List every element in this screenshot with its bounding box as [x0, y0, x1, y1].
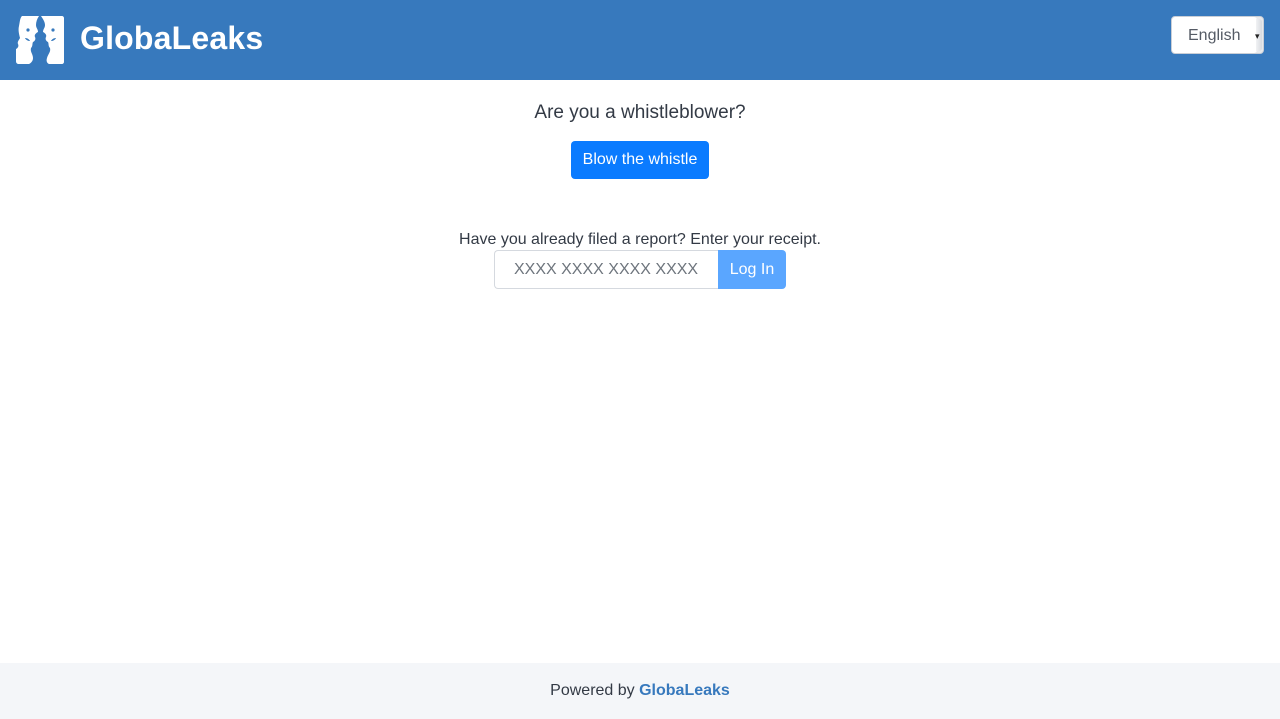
whistleblower-question: Are you a whistleblower? [534, 102, 746, 123]
chevron-down-icon: ▾ [1255, 31, 1260, 41]
globaleaks-logo-icon[interactable] [16, 16, 64, 64]
top-bar: GlobaLeaks English ▾ [0, 0, 1280, 80]
receipt-input[interactable] [494, 250, 719, 289]
blow-the-whistle-button[interactable]: Blow the whistle [571, 141, 709, 179]
footer: Powered by GlobaLeaks [0, 663, 1280, 719]
site-title[interactable]: GlobaLeaks [80, 18, 263, 58]
globaleaks-footer-link[interactable]: GlobaLeaks [639, 682, 730, 699]
powered-by-text: Powered by [550, 682, 640, 699]
language-select[interactable]: English ▾ [1171, 16, 1264, 54]
receipt-prompt: Have you already filed a report? Enter y… [459, 231, 821, 248]
page: GlobaLeaks English ▾ Are you a whistlebl… [0, 0, 1280, 719]
language-select-value: English [1188, 27, 1241, 44]
log-in-button[interactable]: Log In [718, 250, 786, 289]
